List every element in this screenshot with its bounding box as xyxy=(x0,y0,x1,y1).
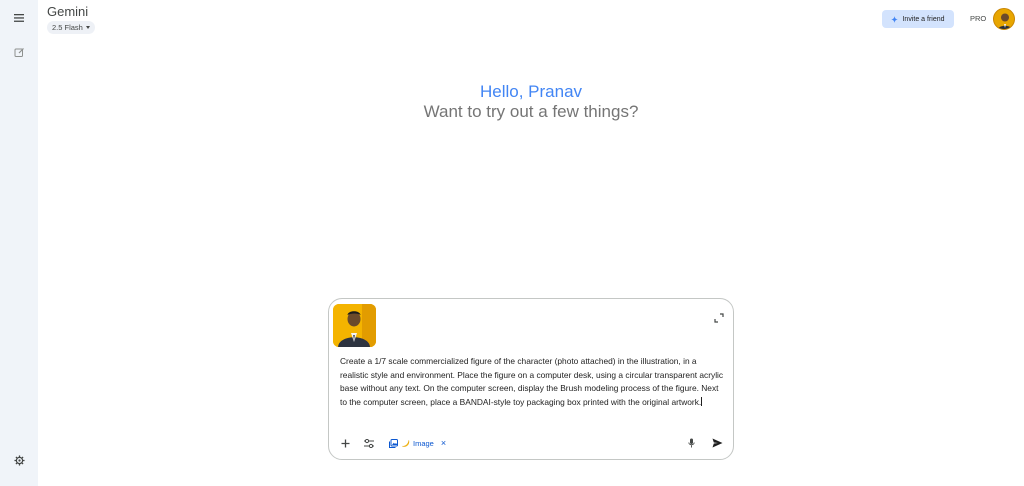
sparkle-icon xyxy=(891,15,899,23)
app-title: Gemini xyxy=(47,4,89,19)
user-avatar[interactable] xyxy=(993,8,1015,30)
microphone-button[interactable] xyxy=(684,435,698,451)
invite-friend-button[interactable]: Invite a friend xyxy=(882,10,954,28)
expand-icon[interactable] xyxy=(714,310,724,323)
settings-gear-icon[interactable] xyxy=(10,451,28,469)
new-chat-icon[interactable] xyxy=(10,43,28,61)
plus-icon xyxy=(341,439,349,447)
prompt-composer: Create a 1/7 scale commercialized figure… xyxy=(328,298,734,460)
image-gallery-icon xyxy=(389,438,398,448)
banana-icon xyxy=(402,439,410,447)
greeting-hello: Hello, Pranav xyxy=(479,82,583,101)
main-area: Gemini 2.5 Flash Invite a friend PRO Hel… xyxy=(38,0,1024,486)
model-selector[interactable]: 2.5 Flash xyxy=(47,21,95,34)
tools-sliders-icon xyxy=(364,438,374,448)
image-tool-label: Image xyxy=(413,438,434,448)
tools-button[interactable] xyxy=(361,435,377,451)
remove-tool-close-icon[interactable]: × xyxy=(441,438,446,448)
microphone-icon xyxy=(687,438,695,448)
prompt-input[interactable]: Create a 1/7 scale commercialized figure… xyxy=(340,355,724,409)
invite-label: Invite a friend xyxy=(902,15,945,23)
send-button[interactable] xyxy=(706,432,728,454)
text-cursor xyxy=(701,396,703,406)
caret-down-icon xyxy=(85,26,90,29)
sidebar xyxy=(0,0,38,486)
attached-photo-thumbnail[interactable] xyxy=(333,304,376,347)
menu-icon[interactable] xyxy=(10,9,28,27)
add-attachment-button[interactable] xyxy=(337,435,353,451)
greeting-subtitle: Want to try out a few things? xyxy=(423,102,639,121)
plan-badge: PRO xyxy=(970,14,987,23)
prompt-text: Create a 1/7 scale commercialized figure… xyxy=(340,356,724,407)
image-tool-chip[interactable]: Image × xyxy=(389,436,446,450)
send-icon xyxy=(712,438,722,448)
model-label: 2.5 Flash xyxy=(52,23,83,32)
